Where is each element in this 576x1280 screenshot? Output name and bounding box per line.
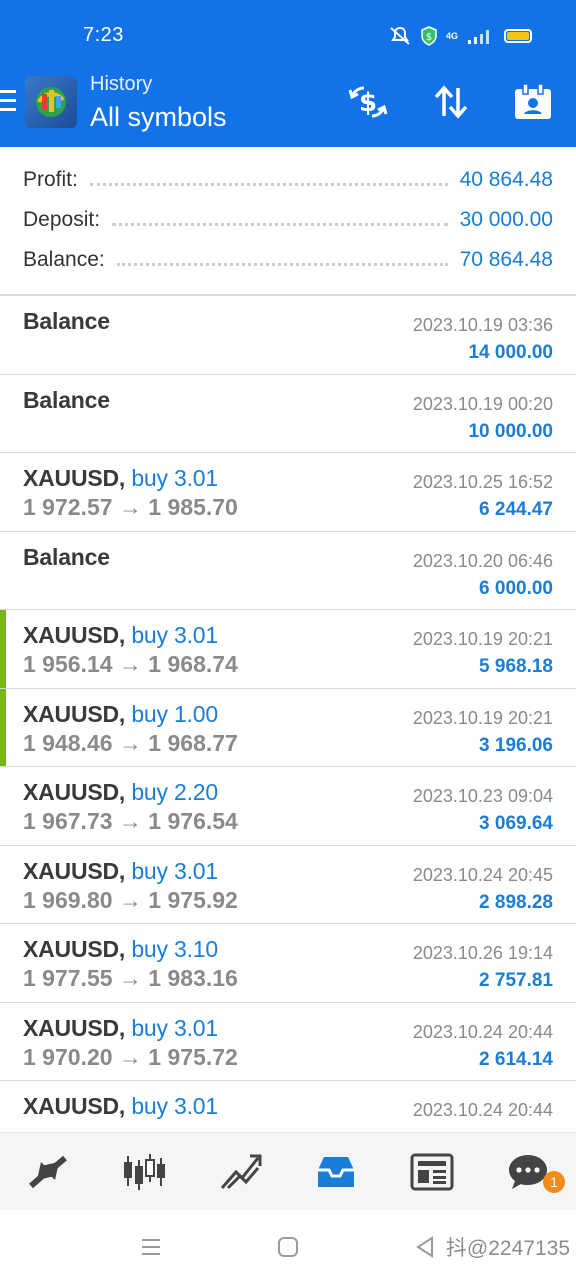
balance-label: Balance: bbox=[23, 248, 105, 271]
deposit-label: Deposit: bbox=[23, 208, 101, 231]
history-list[interactable]: Balance 2023.10.19 03:36 14 000.00 Balan… bbox=[0, 296, 576, 1132]
item-prices: 1 969.80 → 1 975.92 bbox=[23, 886, 238, 913]
history-icon[interactable] bbox=[288, 1133, 384, 1210]
item-title: XAUUSD, buy 3.01 bbox=[23, 465, 218, 491]
list-item[interactable]: Balance 2023.10.20 06:46 6 000.00 bbox=[0, 532, 576, 610]
profit-row: Profit: 40 864.48 bbox=[0, 160, 576, 200]
back-icon[interactable] bbox=[410, 1232, 440, 1262]
trade-icon[interactable] bbox=[192, 1133, 288, 1210]
list-item[interactable]: XAUUSD, buy 3.10 1 977.55 → 1 983.16 202… bbox=[0, 924, 576, 1003]
item-time: 2023.10.19 20:21 bbox=[412, 629, 553, 649]
list-item[interactable]: XAUUSD, buy 3.01 1 956.14 → 1 968.74 202… bbox=[0, 610, 576, 689]
recents-icon[interactable] bbox=[136, 1232, 166, 1262]
item-title: Balance bbox=[23, 543, 110, 570]
item-time: 2023.10.23 09:04 bbox=[412, 786, 553, 806]
item-amount: 14 000.00 bbox=[468, 342, 553, 363]
item-amount: 2 757.81 bbox=[479, 970, 553, 991]
list-item[interactable]: XAUUSD, buy 3.01 1 969.80 → 1 975.92 202… bbox=[0, 846, 576, 924]
app-header: 7:23 $ 4G History All symbols $ bbox=[0, 0, 576, 147]
item-prices: 1 948.46 → 1 968.77 bbox=[23, 729, 238, 756]
svg-text:$: $ bbox=[426, 32, 432, 43]
item-title: Balance bbox=[23, 308, 110, 334]
page-title[interactable]: All symbols bbox=[90, 102, 227, 133]
bottom-nav: 1 bbox=[0, 1132, 576, 1210]
deposit-row: Deposit: 30 000.00 bbox=[0, 200, 576, 240]
item-title: XAUUSD, buy 3.01 bbox=[23, 857, 218, 884]
list-item[interactable]: Balance 2023.10.19 00:20 10 000.00 bbox=[0, 375, 576, 453]
sort-icon[interactable] bbox=[429, 80, 473, 124]
metatrader-logo[interactable] bbox=[25, 76, 77, 128]
item-title: XAUUSD, buy 3.01 bbox=[23, 622, 218, 648]
item-amount: 6 000.00 bbox=[479, 577, 553, 599]
item-time: 2023.10.26 19:14 bbox=[412, 943, 553, 963]
list-item[interactable]: XAUUSD, buy 3.01 2023.10.24 20:44 bbox=[0, 1081, 576, 1132]
status-time: 7:23 bbox=[83, 24, 124, 46]
balance-value: 70 864.48 bbox=[459, 248, 553, 271]
dot-leader bbox=[89, 182, 448, 186]
list-item[interactable]: Balance 2023.10.19 03:36 14 000.00 bbox=[0, 296, 576, 375]
network-label: 4G bbox=[446, 30, 459, 41]
item-time: 2023.10.24 20:44 bbox=[412, 1100, 553, 1120]
dot-leader bbox=[116, 262, 448, 266]
messages-badge: 1 bbox=[543, 1171, 565, 1193]
status-icons: $ 4G bbox=[388, 24, 533, 48]
profit-accent-bar bbox=[0, 688, 6, 766]
home-icon[interactable] bbox=[273, 1232, 303, 1262]
svg-text:$: $ bbox=[359, 88, 377, 118]
item-amount: 2 614.14 bbox=[479, 1048, 553, 1070]
item-amount: 5 968.18 bbox=[479, 656, 553, 677]
signal-icon bbox=[466, 27, 496, 45]
calendar-icon[interactable] bbox=[511, 80, 555, 124]
currency-exchange-icon[interactable]: $ bbox=[346, 80, 390, 124]
item-amount: 2 898.28 bbox=[479, 891, 553, 913]
item-time: 2023.10.19 00:20 bbox=[412, 393, 553, 414]
quotes-icon[interactable] bbox=[0, 1133, 96, 1210]
item-title: XAUUSD, buy 3.10 bbox=[23, 936, 218, 962]
watermark: 抖@2247135 bbox=[445, 1237, 570, 1260]
item-title: XAUUSD, buy 3.01 bbox=[23, 1014, 218, 1041]
item-time: 2023.10.25 16:52 bbox=[412, 472, 553, 492]
item-prices: 1 967.73 → 1 976.54 bbox=[23, 808, 238, 834]
item-amount: 6 244.47 bbox=[479, 499, 553, 520]
page-subtitle: History bbox=[90, 73, 153, 95]
item-amount: 3 069.64 bbox=[479, 813, 553, 834]
item-time: 2023.10.19 03:36 bbox=[412, 315, 553, 335]
item-amount: 10 000.00 bbox=[468, 420, 553, 442]
shield-icon: $ bbox=[420, 26, 438, 46]
list-item[interactable]: XAUUSD, buy 3.01 1 970.20 → 1 975.72 202… bbox=[0, 1003, 576, 1081]
profit-accent-bar bbox=[0, 610, 6, 688]
item-amount: 3 196.06 bbox=[479, 734, 553, 756]
item-time: 2023.10.20 06:46 bbox=[412, 550, 553, 571]
profit-label: Profit: bbox=[23, 168, 78, 191]
news-icon[interactable] bbox=[384, 1133, 480, 1210]
list-item[interactable]: XAUUSD, buy 3.01 1 972.57 → 1 985.70 202… bbox=[0, 453, 576, 532]
profit-value: 40 864.48 bbox=[459, 168, 553, 191]
menu-icon[interactable] bbox=[0, 90, 16, 112]
item-prices: 1 970.20 → 1 975.72 bbox=[23, 1043, 238, 1070]
item-time: 2023.10.19 20:21 bbox=[412, 707, 553, 728]
deposit-value: 30 000.00 bbox=[459, 208, 553, 231]
dot-leader bbox=[112, 222, 448, 226]
list-item[interactable]: XAUUSD, buy 1.00 1 948.46 → 1 968.77 202… bbox=[0, 688, 576, 767]
item-prices: 1 977.55 → 1 983.16 bbox=[23, 965, 238, 991]
item-title: Balance bbox=[23, 386, 110, 413]
battery-icon bbox=[504, 29, 533, 43]
item-title: XAUUSD, buy 1.00 bbox=[23, 700, 218, 727]
item-title: XAUUSD, buy 2.20 bbox=[23, 779, 218, 805]
balance-row: Balance: 70 864.48 bbox=[0, 240, 576, 280]
list-item[interactable]: XAUUSD, buy 2.20 1 967.73 → 1 976.54 202… bbox=[0, 767, 576, 846]
item-prices: 1 972.57 → 1 985.70 bbox=[23, 494, 238, 520]
chart-icon[interactable] bbox=[96, 1133, 192, 1210]
item-time: 2023.10.24 20:45 bbox=[412, 864, 553, 885]
item-prices: 1 956.14 → 1 968.74 bbox=[23, 651, 238, 677]
summary-panel: Profit: 40 864.48 Deposit: 30 000.00 Bal… bbox=[0, 160, 576, 280]
mute-icon bbox=[388, 26, 412, 46]
item-title: XAUUSD, buy 3.01 bbox=[23, 1093, 218, 1119]
item-time: 2023.10.24 20:44 bbox=[412, 1021, 553, 1042]
messages-icon[interactable]: 1 bbox=[480, 1133, 576, 1210]
